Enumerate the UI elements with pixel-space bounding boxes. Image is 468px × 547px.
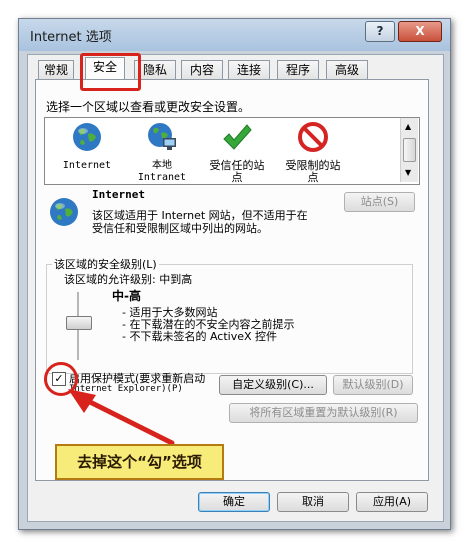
reset-all-zones-button[interactable]: 将所有区域重置为默认级别(R)	[229, 403, 418, 423]
tab-content[interactable]: 内容	[181, 60, 223, 80]
zone-list-scrollbar[interactable]: ▲ ▼	[400, 118, 418, 182]
zone-trusted-label: 受信任的站 点	[209, 159, 265, 184]
green-check-icon	[223, 124, 252, 150]
zone-internet-label: Internet	[62, 160, 112, 171]
zone-restricted-label: 受限制的站 点	[285, 159, 341, 184]
tab-general[interactable]: 常规	[38, 60, 74, 80]
ok-button[interactable]: 确定	[198, 492, 270, 512]
custom-level-button[interactable]: 自定义级别(C)...	[219, 375, 327, 395]
globe-icon	[50, 198, 78, 226]
cancel-button[interactable]: 取消	[277, 492, 349, 512]
zone-trusted[interactable]: 受信任的站 点	[204, 121, 270, 184]
annotation-arrow	[68, 389, 175, 446]
zone-internet[interactable]: Internet	[60, 121, 114, 172]
security-level-slider-thumb[interactable]	[66, 316, 92, 330]
scroll-up-icon[interactable]: ▲	[405, 122, 411, 131]
sites-button[interactable]: 站点(S)	[344, 192, 415, 212]
level-point-3: - 不下载未签名的 ActiveX 控件	[122, 330, 278, 343]
apply-button[interactable]: 应用(A)	[356, 492, 428, 512]
scroll-thumb[interactable]	[403, 138, 416, 162]
zone-intranet-label: 本地 Intranet	[137, 160, 187, 183]
default-level-button[interactable]: 默认级别(D)	[333, 375, 413, 395]
tab-advanced[interactable]: 高级	[326, 60, 368, 80]
tab-programs[interactable]: 程序	[277, 60, 319, 80]
security-tab-highlight	[80, 53, 141, 91]
zone-prompt: 选择一个区域以查看或更改安全设置。	[46, 100, 251, 114]
window-title: Internet 选项	[30, 30, 112, 45]
zone-restricted[interactable]: 受限制的站 点	[280, 121, 346, 184]
tab-connections[interactable]: 连接	[228, 60, 270, 80]
security-level-name: 中-高	[112, 289, 141, 303]
zone-intranet[interactable]: 本地 Intranet	[132, 121, 192, 184]
selected-zone-description-2: 受信任和受限制区域中列出的网站。	[92, 222, 268, 235]
intranet-globe-icon	[148, 123, 176, 150]
allowed-levels-text: 该区域的允许级别: 中到高	[64, 273, 193, 286]
globe-icon	[73, 123, 101, 151]
help-button[interactable]: ?	[365, 21, 395, 42]
security-level-group-title: 该区域的安全级别(L)	[52, 256, 159, 272]
restricted-icon	[298, 122, 328, 152]
annotation-callout: 去掉这个“勾”选项	[55, 444, 224, 480]
scroll-down-icon[interactable]: ▼	[405, 168, 411, 177]
close-button[interactable]: X	[398, 21, 442, 42]
selected-zone-name: Internet	[92, 188, 145, 201]
